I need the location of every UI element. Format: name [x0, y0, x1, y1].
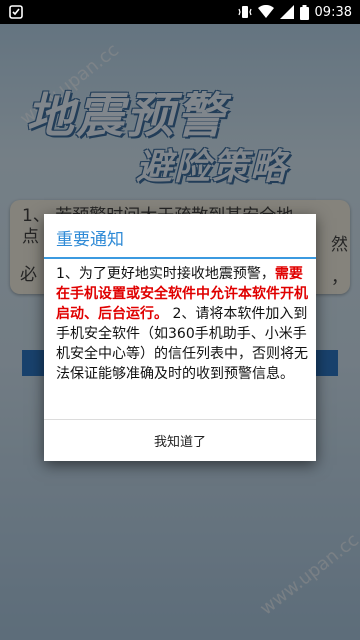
dialog-message: 1、为了更好地实时接收地震预警，需要在手机设置或安全软件中允许本软件开机启动、后… — [56, 264, 308, 384]
notification-icon — [8, 4, 24, 20]
dialog-message-part1: 1、为了更好地实时接收地震预警， — [56, 266, 275, 282]
vibrate-icon — [237, 5, 252, 19]
status-bar: 09:38 — [0, 0, 360, 24]
dialog-title-divider — [44, 257, 316, 259]
signal-icon — [279, 5, 294, 19]
battery-icon — [299, 4, 309, 20]
acknowledge-button[interactable]: 我知道了 — [44, 420, 316, 461]
wifi-icon — [257, 5, 274, 19]
dialog-title: 重要通知 — [56, 230, 124, 250]
important-notice-dialog: 重要通知 1、为了更好地实时接收地震预警，需要在手机设置或安全软件中允许本软件开… — [44, 214, 316, 461]
status-time: 09:38 — [314, 4, 352, 20]
app-screen: www.upan.cc www.upan.cc 地震预警 避险策略 1、 若预警… — [0, 24, 360, 640]
